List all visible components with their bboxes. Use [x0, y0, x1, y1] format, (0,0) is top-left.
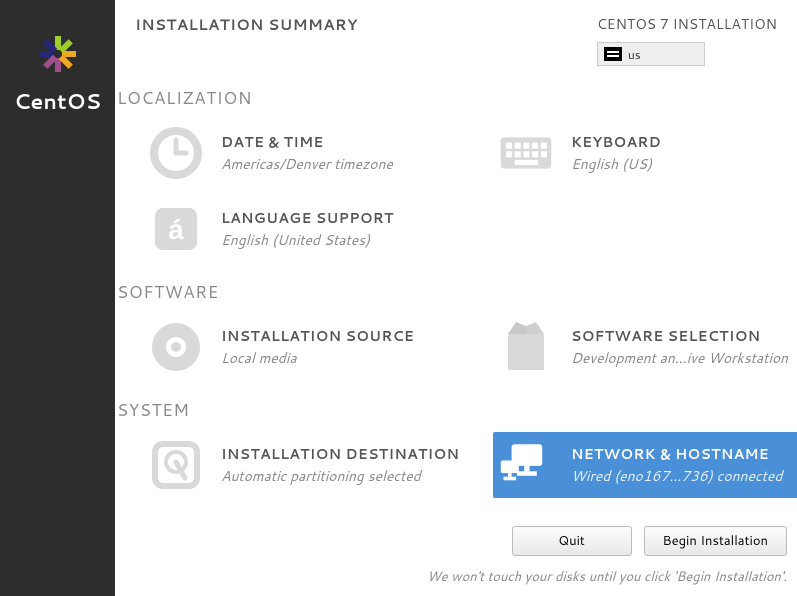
quit-button[interactable]: Quit [512, 526, 632, 556]
page-title: INSTALLATION SUMMARY [135, 14, 358, 66]
spoke-status: Automatic partitioning selected [221, 466, 459, 486]
section-title-localization: LOCALIZATION [115, 86, 797, 120]
spoke-title: KEYBOARD [571, 132, 661, 152]
spoke-title: SOFTWARE SELECTION [571, 326, 788, 346]
footer: Quit Begin Installation We won't touch y… [427, 526, 787, 586]
install-title: CENTOS 7 INSTALLATION [597, 14, 777, 34]
spoke-network[interactable]: NETWORK & HOSTNAME Wired (eno167…736) co… [493, 432, 797, 498]
sidebar: CentOS [0, 0, 115, 596]
spoke-installation-destination[interactable]: INSTALLATION DESTINATION Automatic parti… [143, 432, 493, 498]
section-software: SOFTWARE INSTALLATION SOURCE Local media [115, 280, 797, 380]
svg-text:á: á [168, 214, 184, 245]
language-icon: á [149, 202, 203, 256]
spoke-status: Local media [221, 348, 414, 368]
section-system: SYSTEM INSTALLATION DESTINATION Automati… [115, 398, 797, 498]
spoke-status: Americas/Denver timezone [221, 154, 393, 174]
section-title-system: SYSTEM [115, 398, 797, 432]
harddrive-icon [149, 438, 203, 492]
section-localization: LOCALIZATION DATE & TIME Americas/Denver… [115, 86, 797, 262]
centos-logo-icon [34, 30, 82, 78]
keyboard-large-icon [499, 126, 553, 180]
spoke-status: Wired (eno167…736) connected [571, 466, 782, 486]
keyboard-layout-label: us [628, 46, 641, 63]
spoke-title: NETWORK & HOSTNAME [571, 444, 782, 464]
section-title-software: SOFTWARE [115, 280, 797, 314]
spoke-title: INSTALLATION DESTINATION [221, 444, 459, 464]
disc-icon [149, 320, 203, 374]
spoke-keyboard[interactable]: KEYBOARD English (US) [493, 120, 797, 186]
spoke-software-selection[interactable]: SOFTWARE SELECTION Development an…ive Wo… [493, 314, 797, 380]
package-icon [499, 320, 553, 374]
keyboard-icon [604, 47, 622, 61]
main: INSTALLATION SUMMARY CENTOS 7 INSTALLATI… [115, 0, 797, 596]
brand-label: CentOS [14, 86, 101, 116]
clock-icon [149, 126, 203, 180]
spoke-title: INSTALLATION SOURCE [221, 326, 414, 346]
spoke-title: DATE & TIME [221, 132, 393, 152]
spoke-installation-source[interactable]: INSTALLATION SOURCE Local media [143, 314, 493, 380]
spoke-title: LANGUAGE SUPPORT [221, 208, 394, 228]
footer-hint: We won't touch your disks until you clic… [427, 568, 787, 586]
spoke-status: English (US) [571, 154, 661, 174]
spoke-status: English (United States) [221, 230, 394, 250]
keyboard-indicator[interactable]: us [597, 42, 705, 66]
spoke-language[interactable]: á LANGUAGE SUPPORT English (United State… [143, 196, 493, 262]
begin-installation-button[interactable]: Begin Installation [644, 526, 787, 556]
network-icon [499, 438, 553, 492]
spoke-status: Development an…ive Workstation [571, 348, 788, 368]
header: INSTALLATION SUMMARY CENTOS 7 INSTALLATI… [115, 0, 797, 76]
spoke-datetime[interactable]: DATE & TIME Americas/Denver timezone [143, 120, 493, 186]
